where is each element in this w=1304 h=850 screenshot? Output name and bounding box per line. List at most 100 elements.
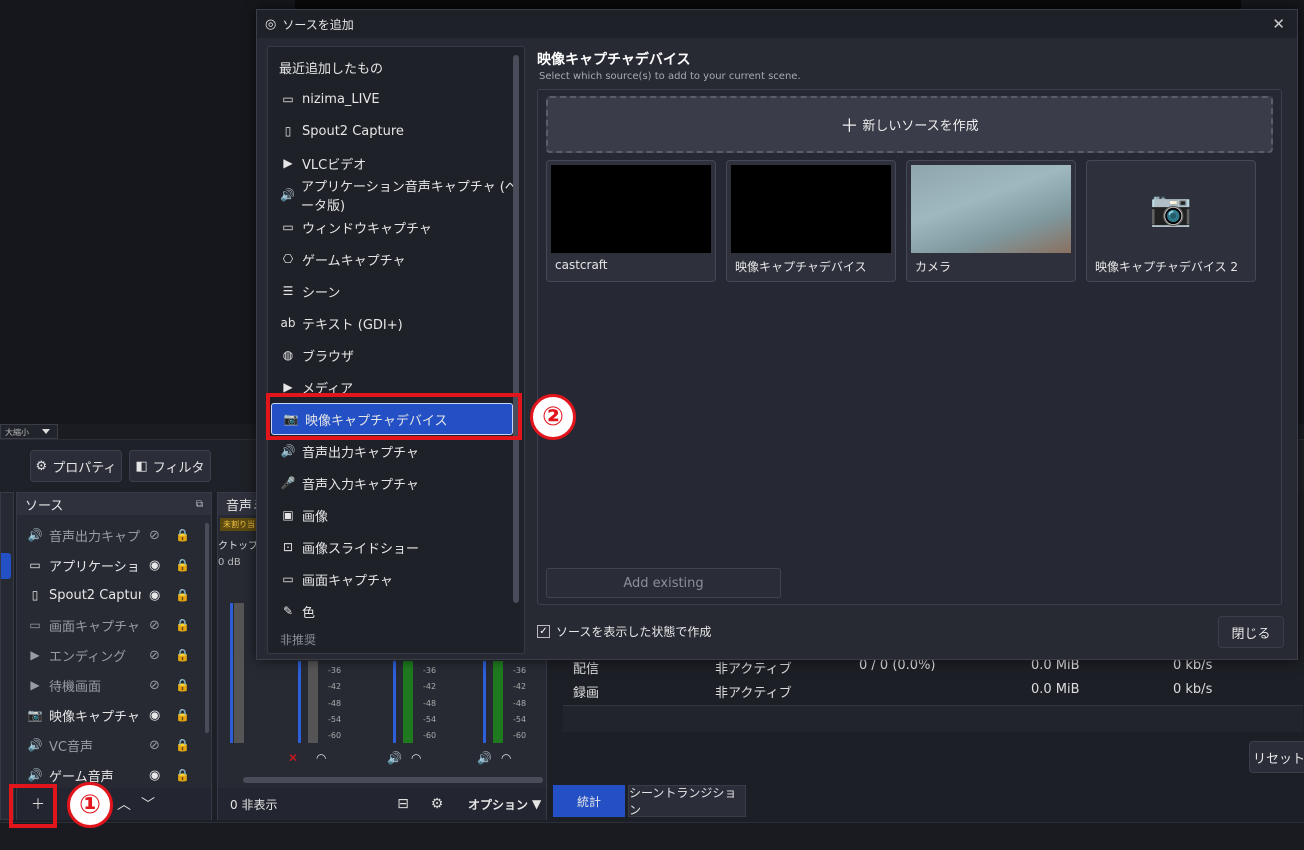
source-row[interactable]: 📷 映像キャプチャデバイス ◉ 🔒	[17, 700, 211, 730]
source-thumbnail: 📷	[1091, 165, 1251, 253]
eye-off-icon[interactable]: ⊘	[149, 738, 160, 753]
source-type-item[interactable]: ⎔ ゲームキャプチャ	[269, 243, 523, 275]
camera-icon: 📷	[1149, 189, 1193, 229]
filter-icon: ◧	[135, 458, 148, 474]
source-type-item[interactable]: ▯ Spout2 Capture	[269, 115, 523, 147]
source-row[interactable]: ▶ 待機画面 ⊘ 🔒	[17, 670, 211, 700]
lock-icon[interactable]: 🔒	[175, 588, 190, 602]
move-down-button[interactable]: ﹀	[137, 793, 159, 815]
level-bar	[403, 661, 413, 743]
sources-scrollbar[interactable]	[205, 523, 209, 733]
move-up-button[interactable]: ︿	[113, 793, 135, 815]
source-label: エンディング	[49, 649, 127, 665]
window-icon: ▭	[29, 558, 41, 572]
reset-label: リセット	[1252, 751, 1304, 767]
lock-icon[interactable]: 🔒	[175, 528, 190, 542]
close-icon[interactable]: ✕	[1272, 15, 1285, 33]
properties-button[interactable]: ⚙ プロパティ	[30, 450, 122, 482]
volume-slider-track[interactable]	[230, 603, 233, 743]
source-row[interactable]: 🔊 VC音声 ⊘ 🔒	[17, 730, 211, 760]
lock-icon[interactable]: 🔒	[175, 618, 190, 632]
undock-icon[interactable]: ⧉	[196, 499, 203, 510]
source-row[interactable]: ▭ 画面キャプチャ ⊘ 🔒	[17, 610, 211, 640]
source-type-item[interactable]: ▭ ウィンドウキャプチャ	[269, 211, 523, 243]
mixer-settings-button[interactable]: ⚙	[426, 793, 448, 815]
volume-slider-track[interactable]	[298, 661, 301, 743]
play-icon: ▶	[283, 156, 293, 170]
chevron-down-icon[interactable]	[42, 429, 50, 434]
lock-icon[interactable]: 🔒	[175, 558, 190, 572]
existing-source-card[interactable]: カメラ	[906, 160, 1076, 282]
source-type-item[interactable]: ab テキスト (GDI+)	[269, 307, 523, 339]
source-row[interactable]: ▯ Spout2 Capture ◉ 🔒	[17, 580, 211, 610]
source-row[interactable]: ▭ アプリケーション音声 ◉ 🔒	[17, 550, 211, 580]
deprecated-label: 非推奨	[280, 632, 317, 647]
source-type-list: 最近追加したもの ▭ nizima_LIVE ▯ Spout2 Capture ▶ VLC…	[267, 46, 525, 654]
file-icon: ▯	[31, 588, 39, 602]
reset-button[interactable]: リセット	[1249, 741, 1304, 773]
meter-scale-label: -60	[328, 731, 342, 741]
source-type-item[interactable]: ▭ nizima_LIVE	[269, 83, 523, 115]
eye-icon[interactable]: ◉	[149, 558, 160, 573]
source-type-item[interactable]: 🔊 アプリケーション音声キャプチャ (ベータ版)	[269, 179, 523, 214]
eye-off-icon[interactable]: ⊘	[149, 528, 160, 543]
source-type-item[interactable]: ◍ ブラウザ	[269, 339, 523, 371]
visible-checkbox-row[interactable]: ✓ ソースを表示した状態で作成	[537, 623, 711, 640]
monitor-off-icon[interactable]: ◠	[411, 751, 421, 765]
add-existing-button[interactable]: Add existing	[546, 568, 781, 598]
eye-off-icon[interactable]: ⊘	[149, 678, 160, 693]
source-label: Spout2 Capture	[49, 587, 141, 603]
meter-scale-label: -42	[328, 682, 342, 692]
source-type-label: ブラウザ	[302, 349, 355, 365]
visible-checkbox[interactable]: ✓	[537, 625, 550, 638]
volume-slider-track[interactable]	[393, 661, 396, 743]
source-type-item[interactable]: ▶ VLCビデオ	[269, 147, 523, 179]
source-row[interactable]: 🔊 音声出力キャプチャ ⊘ 🔒	[17, 520, 211, 550]
gamepad-icon: ⎔	[282, 252, 294, 266]
speaker-icon[interactable]: 🔊	[387, 751, 402, 765]
list-scrollbar[interactable]	[513, 55, 519, 603]
mixer-scrollbar[interactable]	[243, 777, 543, 783]
source-label: 待機画面	[49, 679, 102, 695]
source-row[interactable]: ▶ エンディング ⊘ 🔒	[17, 640, 211, 670]
stats-table-area	[563, 705, 1303, 732]
sources-title: ソース	[25, 498, 64, 514]
lock-icon[interactable]: 🔒	[175, 678, 190, 692]
source-type-item[interactable]: ☰ シーン	[269, 275, 523, 307]
eye-icon[interactable]: ◉	[149, 768, 160, 783]
monitor-off-icon[interactable]: ◠	[316, 751, 326, 765]
speaker-icon[interactable]: 🔊	[477, 751, 492, 765]
eye-off-icon[interactable]: ⊘	[149, 648, 160, 663]
eye-icon[interactable]: ◉	[149, 588, 160, 603]
muted-speaker-icon[interactable]: ✕	[288, 751, 298, 765]
meter-scale-label: -54	[513, 714, 527, 724]
eye-off-icon[interactable]: ⊘	[149, 618, 160, 633]
options-button[interactable]: オプション ▼	[468, 796, 541, 813]
source-type-item[interactable]: ▭ 画面キャプチャ	[269, 563, 523, 595]
monitor-icon: ▭	[282, 572, 294, 586]
lock-icon[interactable]: 🔒	[175, 768, 190, 782]
eye-icon[interactable]: ◉	[149, 708, 160, 723]
volume-slider-track[interactable]	[483, 661, 486, 743]
source-type-item[interactable]: 🎤 音声入力キャプチャ	[269, 467, 523, 499]
existing-source-card[interactable]: castcraft	[546, 160, 716, 282]
lock-icon[interactable]: 🔒	[175, 738, 190, 752]
monitor-off-icon[interactable]: ◠	[501, 751, 511, 765]
existing-source-card[interactable]: 📷 映像キャプチャデバイス 2	[1086, 160, 1256, 282]
existing-source-card[interactable]: 映像キャプチャデバイス	[726, 160, 896, 282]
close-button[interactable]: 閉じる	[1218, 616, 1284, 648]
lock-icon[interactable]: 🔒	[175, 708, 190, 722]
layout-toggle-button[interactable]: ⊟	[392, 793, 414, 815]
filters-button[interactable]: ◧ フィルタ	[129, 450, 211, 482]
create-new-source-button[interactable]: ＋ 新しいソースを作成	[546, 96, 1273, 153]
level-bar	[308, 661, 318, 743]
tab-transition-label: シーントランジション	[629, 786, 737, 817]
status-bar	[0, 822, 1304, 850]
tab-stats[interactable]: 統計	[553, 785, 625, 817]
lock-icon[interactable]: 🔒	[175, 648, 190, 662]
tab-scene-transition[interactable]: シーントランジション	[628, 785, 746, 817]
source-type-item[interactable]: ⊡ 画像スライドショー	[269, 531, 523, 563]
source-type-label: 色	[302, 605, 316, 621]
meter-scale: -36 -42 -48 -54 -60	[513, 663, 526, 744]
source-type-item[interactable]: ▣ 画像	[269, 499, 523, 531]
